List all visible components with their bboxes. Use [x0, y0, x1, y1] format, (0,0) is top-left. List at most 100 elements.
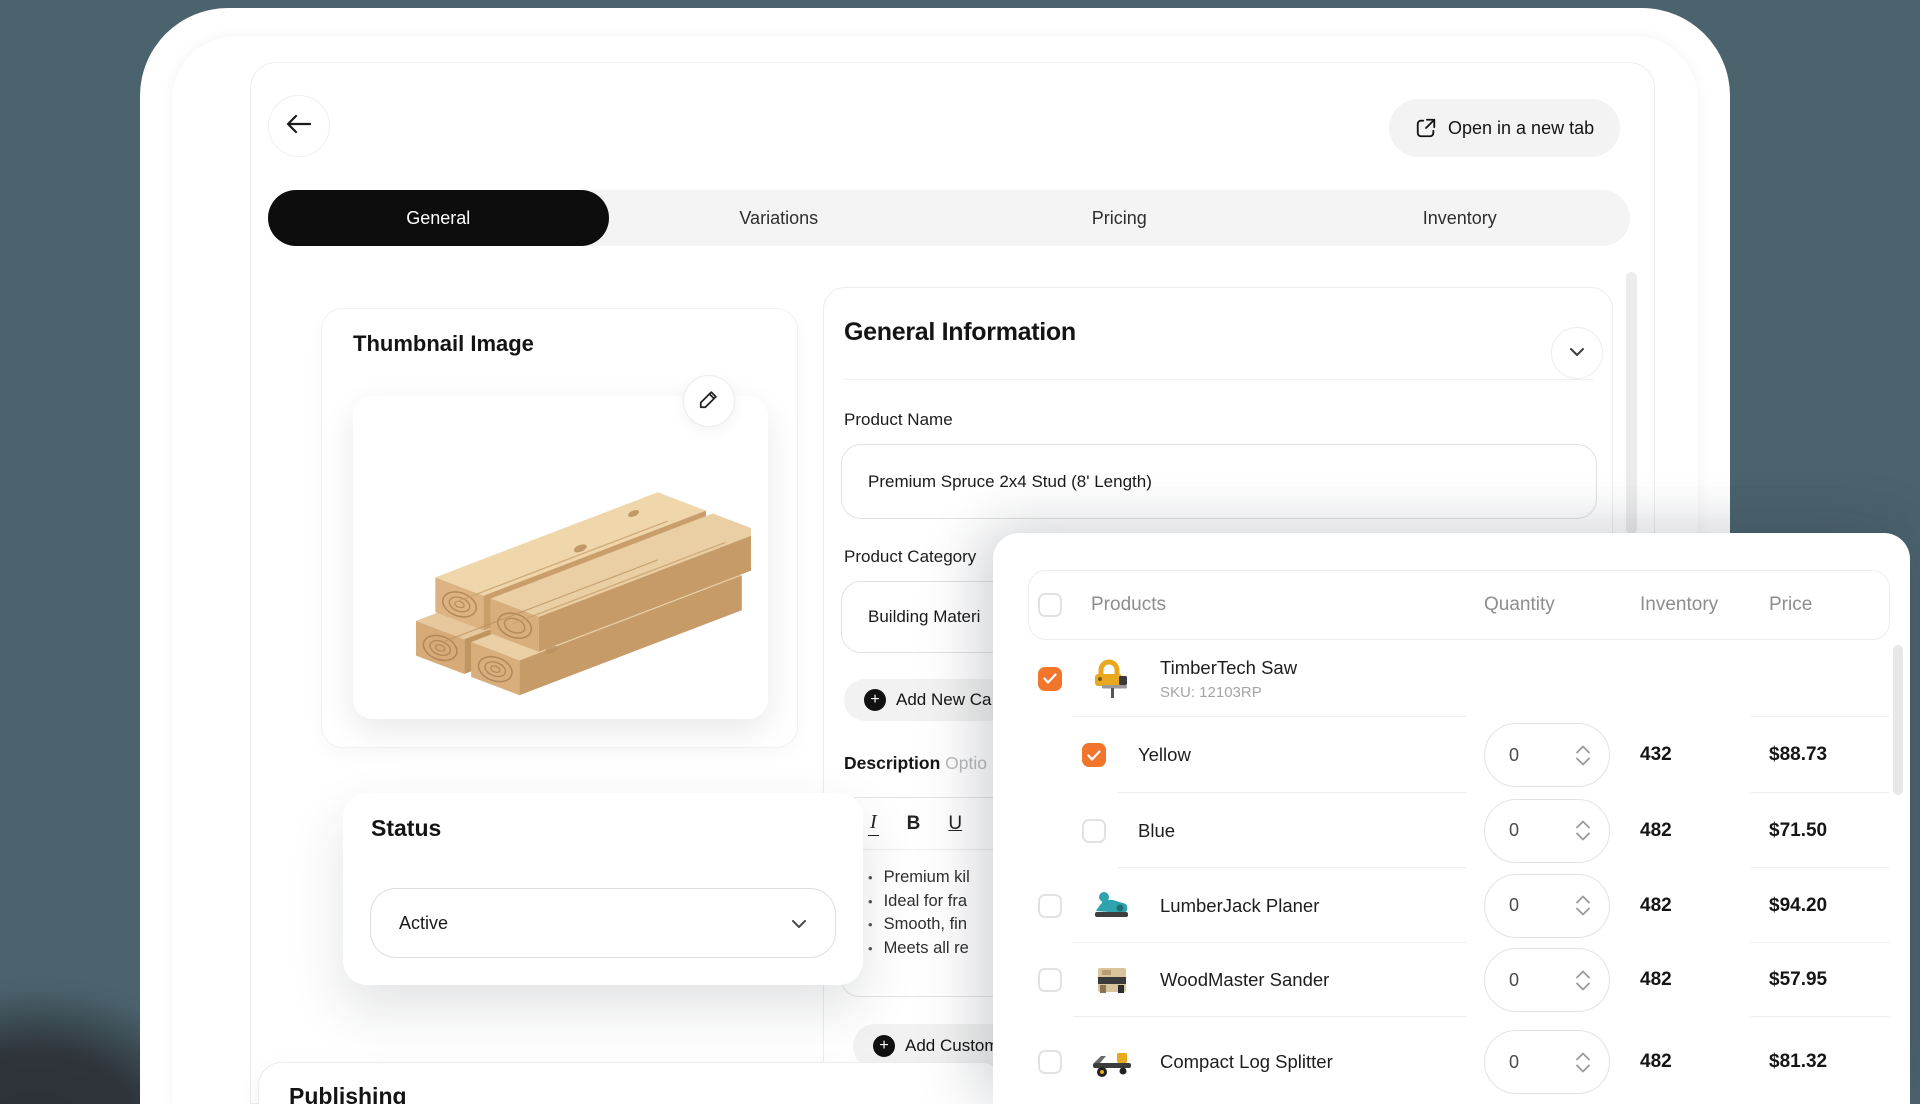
- product-name: LumberJack Planer: [1160, 895, 1319, 917]
- sander-icon: [1088, 956, 1136, 1004]
- column-products: Products: [1091, 570, 1166, 640]
- tab-inventory[interactable]: Inventory: [1290, 190, 1631, 246]
- row-checkbox[interactable]: [1082, 743, 1106, 767]
- row-checkbox[interactable]: [1082, 819, 1106, 843]
- price-value: $57.95: [1769, 969, 1827, 991]
- external-link-icon: [1415, 117, 1437, 139]
- quantity-stepper[interactable]: 0: [1484, 799, 1610, 863]
- price-value: $94.20: [1769, 895, 1827, 917]
- row-name-block: Blue: [1138, 820, 1175, 842]
- bold-icon[interactable]: B: [907, 813, 921, 835]
- back-button[interactable]: [268, 95, 330, 157]
- bullet-dot: •: [868, 913, 873, 937]
- inventory-value: 482: [1640, 969, 1672, 991]
- column-quantity: Quantity: [1484, 570, 1555, 640]
- inventory-value: 482: [1640, 820, 1672, 842]
- product-name-label: Product Name: [844, 410, 953, 430]
- bullet-dot: •: [868, 890, 873, 914]
- product-name: Yellow: [1138, 744, 1191, 766]
- status-title: Status: [371, 815, 441, 842]
- add-new-category-label: Add New Ca: [896, 690, 991, 710]
- pencil-icon: [698, 388, 720, 415]
- thumbnail-card-title: Thumbnail Image: [353, 331, 534, 357]
- row-name-block: WoodMaster Sander: [1160, 969, 1329, 991]
- inventory-value: 482: [1640, 895, 1672, 917]
- tab-pricing[interactable]: Pricing: [949, 190, 1290, 246]
- quantity-stepper[interactable]: 0: [1484, 874, 1610, 938]
- row-name-block: Compact Log Splitter: [1160, 1051, 1333, 1073]
- status-value: Active: [399, 913, 448, 934]
- status-select[interactable]: Active: [370, 888, 836, 958]
- screen: Open in a new tab General Variations Pri…: [0, 0, 1920, 1104]
- add-custom-label: Add Custom: [905, 1036, 999, 1056]
- section-divider: [844, 379, 1594, 380]
- thumbnail-image: [353, 396, 768, 719]
- tabs-bar: General Variations Pricing Inventory: [268, 190, 1630, 246]
- products-scrollbar[interactable]: [1893, 645, 1903, 795]
- inventory-value: 432: [1640, 744, 1672, 766]
- stepper-arrows[interactable]: [1575, 895, 1591, 916]
- publishing-title: Publishing: [289, 1083, 407, 1104]
- stepper-arrows[interactable]: [1575, 1052, 1591, 1073]
- column-inventory: Inventory: [1640, 570, 1718, 640]
- quantity-stepper[interactable]: 0: [1484, 948, 1610, 1012]
- open-in-new-tab-button[interactable]: Open in a new tab: [1389, 99, 1620, 157]
- product-row: WoodMaster Sander 0 482 $57.95: [993, 943, 1910, 1017]
- quantity-value: 0: [1509, 895, 1519, 916]
- quantity-value: 0: [1509, 745, 1519, 766]
- row-name-block: TimberTech Saw SKU: 12103RP: [1160, 657, 1297, 701]
- product-name: WoodMaster Sander: [1160, 969, 1329, 991]
- product-row: LumberJack Planer 0 482 $94.20: [993, 868, 1910, 943]
- product-name-input[interactable]: [841, 444, 1597, 519]
- jigsaw-icon: [1088, 655, 1136, 703]
- row-checkbox[interactable]: [1038, 894, 1062, 918]
- products-rows: TimberTech Saw SKU: 12103RP Yellow 0 432 $88.…: [993, 640, 1910, 1104]
- general-information-title: General Information: [844, 318, 1076, 347]
- description-label: Description Optio: [844, 753, 987, 774]
- stepper-arrows[interactable]: [1575, 820, 1591, 841]
- collapse-section-button[interactable]: [1551, 327, 1603, 379]
- chevron-down-icon: [791, 913, 807, 934]
- row-checkbox[interactable]: [1038, 968, 1062, 992]
- underline-icon[interactable]: U: [948, 813, 962, 835]
- bullet-text: Ideal for fra: [884, 890, 967, 914]
- row-checkbox[interactable]: [1038, 667, 1062, 691]
- quantity-value: 0: [1509, 820, 1519, 841]
- product-sku: SKU: 12103RP: [1160, 684, 1297, 701]
- plus-circle-icon: +: [864, 689, 886, 711]
- product-name: TimberTech Saw: [1160, 657, 1297, 679]
- column-price: Price: [1769, 570, 1812, 640]
- stepper-arrows[interactable]: [1575, 970, 1591, 991]
- inventory-value: 482: [1640, 1051, 1672, 1073]
- main-scrollbar[interactable]: [1626, 272, 1637, 534]
- row-name-block: LumberJack Planer: [1160, 895, 1319, 917]
- tab-general[interactable]: General: [268, 190, 609, 246]
- price-value: $71.50: [1769, 820, 1827, 842]
- bullet-text: Smooth, fin: [884, 913, 967, 937]
- products-panel: Products Quantity Inventory Price Timber…: [993, 533, 1910, 1104]
- product-category-label: Product Category: [844, 547, 976, 567]
- bullet-text: Meets all re: [884, 937, 969, 961]
- row-checkbox[interactable]: [1038, 1050, 1062, 1074]
- bullet-dot: •: [868, 937, 873, 961]
- edit-thumbnail-button[interactable]: [683, 375, 735, 427]
- quantity-value: 0: [1509, 1052, 1519, 1073]
- italic-icon[interactable]: I: [868, 811, 879, 836]
- price-value: $88.73: [1769, 744, 1827, 766]
- variant-row: Yellow 0 432 $88.73: [993, 717, 1910, 793]
- stepper-arrows[interactable]: [1575, 745, 1591, 766]
- thumbnail-card: Thumbnail Image: [321, 308, 798, 748]
- product-row: TimberTech Saw SKU: 12103RP: [993, 640, 1910, 717]
- quantity-stepper[interactable]: 0: [1484, 1030, 1610, 1094]
- add-new-category-button[interactable]: + Add New Ca: [844, 679, 1011, 721]
- select-all-checkbox[interactable]: [1038, 593, 1062, 617]
- planer-icon: [1088, 882, 1136, 930]
- quantity-stepper[interactable]: 0: [1484, 723, 1610, 787]
- product-category-value: Building Materi: [868, 607, 980, 627]
- tab-variations[interactable]: Variations: [609, 190, 950, 246]
- status-card: Status Active: [343, 793, 863, 985]
- publishing-card: Publishing: [258, 1062, 1006, 1104]
- price-value: $81.32: [1769, 1051, 1827, 1073]
- quantity-value: 0: [1509, 970, 1519, 991]
- back-arrow-icon: [286, 113, 312, 140]
